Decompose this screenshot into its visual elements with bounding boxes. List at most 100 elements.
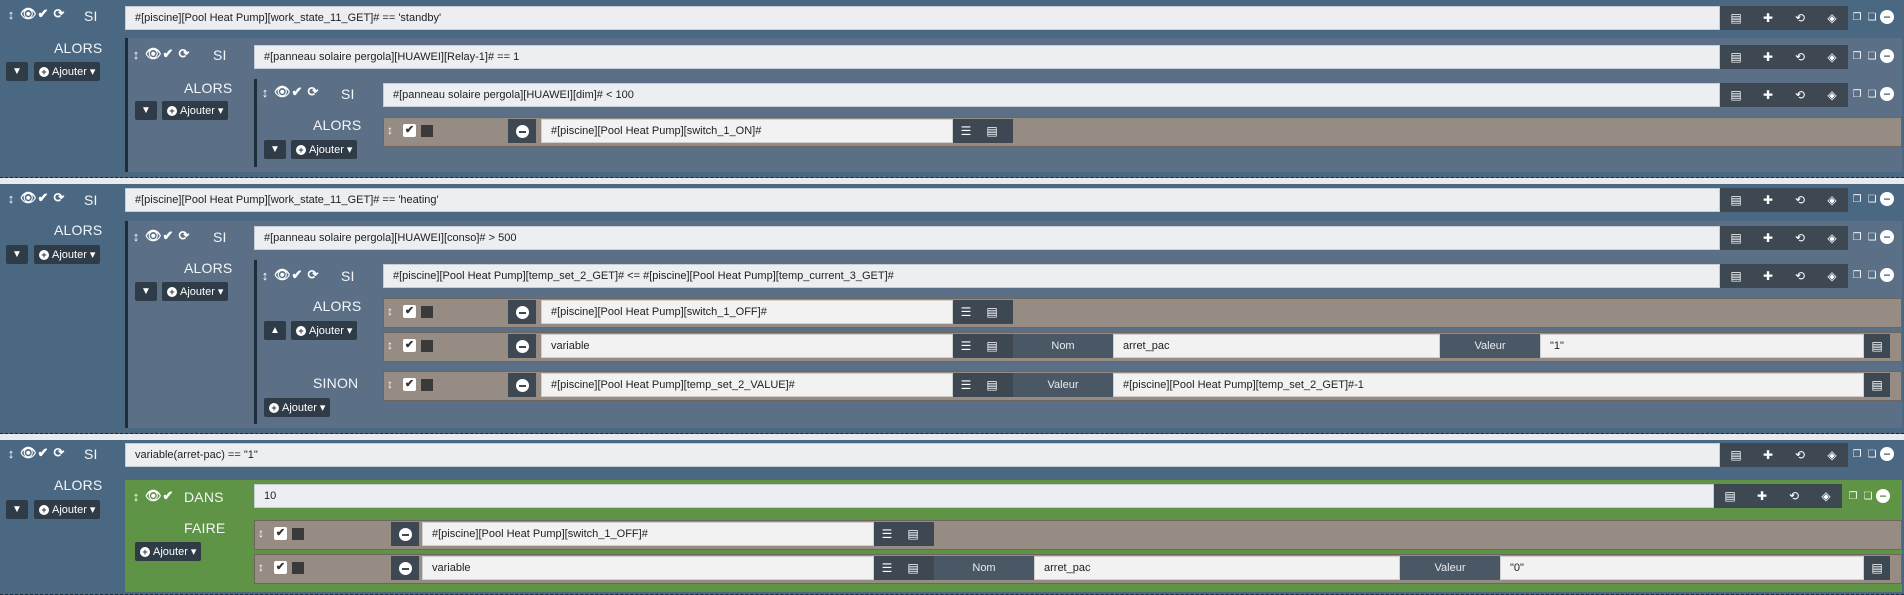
minus-circle-icon[interactable]: − <box>1880 447 1894 461</box>
variable-value-field[interactable]: "0" <box>1500 556 1864 580</box>
move-icon[interactable]: ↕ <box>129 229 143 244</box>
parallel-toggle[interactable] <box>421 125 433 137</box>
history-icon[interactable]: ⟲ <box>1784 231 1816 245</box>
remove-action-button[interactable] <box>508 300 536 324</box>
paste-icon[interactable]: ❏ <box>1865 230 1879 244</box>
options-icon[interactable]: ▤ <box>1864 556 1890 580</box>
refresh-icon[interactable]: ⟳ <box>177 228 191 244</box>
list-icon[interactable]: ☰ <box>953 305 979 319</box>
paste-icon[interactable]: ❏ <box>1865 49 1879 63</box>
list-icon[interactable]: ▤ <box>1720 11 1752 25</box>
cube-icon[interactable]: ◈ <box>1816 88 1848 102</box>
cube-icon[interactable]: ◈ <box>1816 193 1848 207</box>
copy-icon[interactable]: ❐ <box>1850 10 1864 24</box>
move-icon[interactable]: ↕ <box>258 268 272 283</box>
move-icon[interactable]: ↕ <box>129 489 143 504</box>
options-icon[interactable]: ▤ <box>979 378 1005 392</box>
action-command-field[interactable]: #[piscine][Pool Heat Pump][temp_set_2_VA… <box>541 373 953 397</box>
list-icon[interactable]: ☰ <box>953 339 979 353</box>
paste-icon[interactable]: ❏ <box>1861 489 1875 503</box>
parallel-toggle[interactable] <box>292 562 304 574</box>
copy-icon[interactable]: ❐ <box>1850 230 1864 244</box>
ajouter-button[interactable]: + Ajouter ▾ <box>34 245 101 264</box>
cube-icon[interactable]: ◈ <box>1816 50 1848 64</box>
refresh-icon[interactable]: ⟳ <box>306 84 320 100</box>
parallel-toggle[interactable] <box>421 379 433 391</box>
refresh-icon[interactable]: ⟳ <box>52 6 66 22</box>
history-icon[interactable]: ⟲ <box>1784 11 1816 25</box>
ajouter-button[interactable]: + Ajouter ▾ <box>162 101 229 120</box>
ajouter-button[interactable]: + Ajouter ▾ <box>264 398 331 417</box>
remove-action-button[interactable] <box>391 522 419 546</box>
list-icon[interactable]: ☰ <box>953 124 979 138</box>
list-icon[interactable]: ▤ <box>1720 269 1752 283</box>
action-command-field[interactable]: variable <box>541 334 953 358</box>
move-icon[interactable]: ↕ <box>258 560 264 574</box>
puzzle-icon[interactable]: ✚ <box>1752 231 1784 245</box>
list-icon[interactable]: ☰ <box>953 378 979 392</box>
eye-icon[interactable]: 👁 <box>145 228 162 244</box>
move-icon[interactable]: ↕ <box>4 191 18 206</box>
variable-value-field[interactable]: "1" <box>1540 334 1864 358</box>
check-icon[interactable]: ✔ <box>161 488 175 504</box>
variable-name-field[interactable]: arret_pac <box>1113 334 1440 358</box>
move-icon[interactable]: ↕ <box>258 85 272 100</box>
action-command-field[interactable]: #[piscine][Pool Heat Pump][switch_1_OFF]… <box>541 300 953 324</box>
variable-name-field[interactable]: arret_pac <box>1034 556 1400 580</box>
check-icon[interactable]: ✔ <box>290 84 304 100</box>
collapse-button[interactable]: ▼ <box>6 245 28 264</box>
copy-icon[interactable]: ❐ <box>1846 489 1860 503</box>
condition-input[interactable]: #[piscine][Pool Heat Pump][work_state_11… <box>125 6 1720 30</box>
paste-icon[interactable]: ❏ <box>1865 87 1879 101</box>
move-icon[interactable]: ↕ <box>4 7 18 22</box>
remove-action-button[interactable] <box>508 373 536 397</box>
check-icon[interactable]: ✔ <box>403 339 416 352</box>
minus-circle-icon[interactable]: − <box>1880 49 1894 63</box>
move-icon[interactable]: ↕ <box>387 123 393 137</box>
copy-icon[interactable]: ❐ <box>1850 447 1864 461</box>
list-icon[interactable]: ▤ <box>1720 50 1752 64</box>
remove-action-button[interactable] <box>508 119 536 143</box>
cube-icon[interactable]: ◈ <box>1816 448 1848 462</box>
refresh-icon[interactable]: ⟳ <box>306 267 320 283</box>
check-icon[interactable]: ✔ <box>36 445 50 461</box>
remove-action-button[interactable] <box>391 556 419 580</box>
parallel-toggle[interactable] <box>421 306 433 318</box>
collapse-button[interactable]: ▼ <box>6 500 28 519</box>
options-icon[interactable]: ▤ <box>900 561 926 575</box>
check-icon[interactable]: ✔ <box>36 190 50 206</box>
ajouter-button[interactable]: + Ajouter ▾ <box>34 500 101 519</box>
check-icon[interactable]: ✔ <box>161 46 175 62</box>
move-icon[interactable]: ↕ <box>387 304 393 318</box>
minus-circle-icon[interactable]: − <box>1880 230 1894 244</box>
condition-input[interactable]: variable(arret-pac) == "1" <box>125 443 1720 467</box>
condition-input[interactable]: #[panneau solaire pergola][HUAWEI][conso… <box>254 226 1720 250</box>
paste-icon[interactable]: ❏ <box>1865 268 1879 282</box>
check-icon[interactable]: ✔ <box>274 527 287 540</box>
list-icon[interactable]: ▤ <box>1720 448 1752 462</box>
minus-circle-icon[interactable]: − <box>1880 10 1894 24</box>
history-icon[interactable]: ⟲ <box>1784 448 1816 462</box>
action-command-field[interactable]: #[piscine][Pool Heat Pump][switch_1_OFF]… <box>422 522 874 546</box>
cube-icon[interactable]: ◈ <box>1816 11 1848 25</box>
refresh-icon[interactable]: ⟳ <box>177 46 191 62</box>
eye-icon[interactable]: 👁 <box>274 267 291 283</box>
copy-icon[interactable]: ❐ <box>1850 87 1864 101</box>
list-icon[interactable]: ▤ <box>1720 231 1752 245</box>
options-icon[interactable]: ▤ <box>1864 373 1890 397</box>
check-icon[interactable]: ✔ <box>403 124 416 137</box>
minus-circle-icon[interactable]: − <box>1880 192 1894 206</box>
copy-icon[interactable]: ❐ <box>1850 49 1864 63</box>
eye-icon[interactable]: 👁 <box>20 6 37 22</box>
collapse-button[interactable]: ▼ <box>135 282 157 301</box>
puzzle-icon[interactable]: ✚ <box>1752 448 1784 462</box>
eye-icon[interactable]: 👁 <box>20 190 37 206</box>
collapse-button[interactable]: ▼ <box>6 62 28 81</box>
cube-icon[interactable]: ◈ <box>1816 231 1848 245</box>
move-icon[interactable]: ↕ <box>258 526 264 540</box>
remove-action-button[interactable] <box>508 334 536 358</box>
action-value-field[interactable]: #[piscine][Pool Heat Pump][temp_set_2_GE… <box>1113 373 1864 397</box>
copy-icon[interactable]: ❐ <box>1850 268 1864 282</box>
list-icon[interactable]: ☰ <box>874 527 900 541</box>
list-icon[interactable]: ▤ <box>1720 88 1752 102</box>
